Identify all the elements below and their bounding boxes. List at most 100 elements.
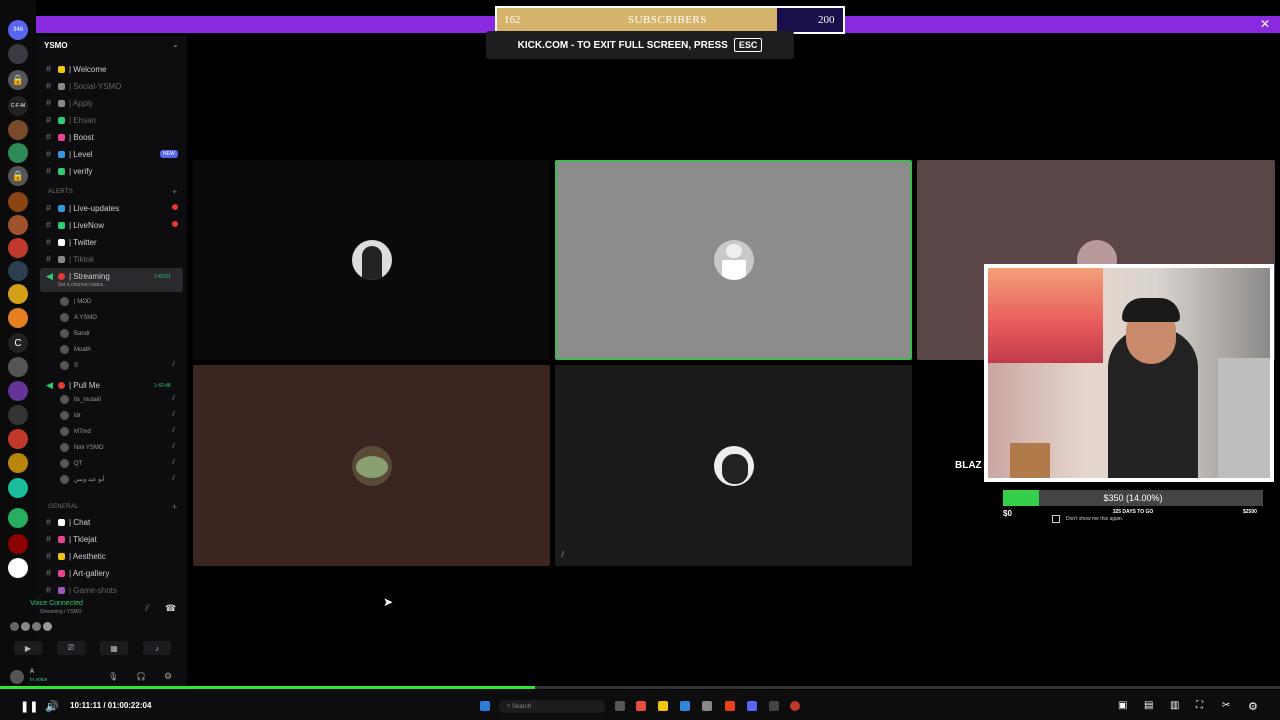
headphones-icon[interactable]: 🎧 <box>136 672 146 681</box>
video-tile[interactable] <box>193 160 550 360</box>
app-icon[interactable] <box>636 701 646 711</box>
video-tile[interactable] <box>193 365 550 566</box>
voice-user[interactable]: Moath <box>60 345 91 354</box>
channel-item[interactable]: # | Game-shots <box>46 583 182 597</box>
server-icon[interactable] <box>8 453 28 473</box>
screen-share-button[interactable]: ⎚ <box>57 641 85 655</box>
channel-item[interactable]: # | Twitter <box>46 235 182 249</box>
server-icon[interactable] <box>8 284 28 304</box>
server-icon[interactable] <box>8 261 28 281</box>
server-icon[interactable] <box>8 308 28 328</box>
lock-server-icon[interactable]: 🔒 <box>8 166 28 186</box>
server-icon[interactable] <box>8 429 28 449</box>
channel-item[interactable]: # | Ehsan <box>46 113 182 127</box>
checkbox-icon[interactable] <box>1052 515 1060 523</box>
gear-icon[interactable]: ⚙ <box>164 671 172 682</box>
activities-button[interactable]: ▦ <box>100 641 128 655</box>
voice-user[interactable]: QT <box>60 459 82 468</box>
chat-icon[interactable]: ▤ <box>1144 700 1153 711</box>
channel-item[interactable]: # | Aesthetic <box>46 549 182 563</box>
home-button[interactable]: 348 <box>8 20 28 40</box>
chevron-down-icon[interactable]: ⌄ <box>172 40 179 49</box>
category-general[interactable]: GENERAL <box>48 504 79 510</box>
voice-user[interactable]: M7md <box>60 427 91 436</box>
volume-icon[interactable]: 🔊 <box>45 700 59 713</box>
voice-connected-status[interactable]: Voice Connected <box>30 600 83 607</box>
channel-item[interactable]: # | Level <box>46 147 182 161</box>
channel-item[interactable]: # | Tklejat <box>46 532 182 546</box>
dont-show-checkbox[interactable]: Don't show me this again. <box>1052 515 1123 523</box>
server-icon[interactable] <box>8 143 28 163</box>
add-channel-icon[interactable]: + <box>172 502 177 512</box>
camera-button[interactable]: ▶ <box>14 641 42 655</box>
add-channel-icon[interactable]: + <box>172 187 177 197</box>
voice-user[interactable]: أبو عيد وبس <box>60 475 105 484</box>
voice-user[interactable]: Nini YSMO <box>60 443 104 452</box>
server-icon[interactable] <box>8 192 28 212</box>
taskview-icon[interactable] <box>615 701 625 711</box>
avatar <box>60 443 69 452</box>
avatar[interactable] <box>10 670 24 684</box>
browser-icon[interactable] <box>680 701 690 711</box>
voice-user[interactable]: S <box>60 361 78 370</box>
server-name[interactable]: YSMO <box>44 41 68 50</box>
soundboard-button[interactable]: ♪ <box>143 641 171 655</box>
voice-user[interactable]: Bandr <box>60 329 90 338</box>
channel-item[interactable]: # | Live-updates <box>46 201 182 215</box>
gear-icon[interactable]: ⚙ <box>1248 700 1258 713</box>
server-icon[interactable]: C <box>8 333 28 353</box>
fullscreen-icon[interactable]: ⛶ <box>1196 700 1203 711</box>
server-icon[interactable] <box>8 381 28 401</box>
channel-item[interactable]: # | Welcome <box>46 62 182 76</box>
video-tile-speaking[interactable] <box>555 160 912 360</box>
clip-icon[interactable]: ✂ <box>1222 700 1230 711</box>
voice-user[interactable]: A YSMO <box>60 313 97 322</box>
channel-item[interactable]: # | verify <box>46 164 182 178</box>
voice-user[interactable]: its_mutairi <box>60 395 101 404</box>
noise-suppression-icon[interactable]: ⫽ <box>145 603 149 614</box>
microphone-icon[interactable]: 🎙 <box>108 672 118 681</box>
voice-user-name: QT <box>74 460 83 467</box>
app-icon[interactable] <box>725 701 735 711</box>
video-tile[interactable]: ⫽ <box>555 365 912 566</box>
close-icon[interactable]: ✕ <box>1260 17 1270 31</box>
windows-start-icon[interactable] <box>480 701 490 711</box>
app-icon[interactable] <box>769 701 779 711</box>
server-icon[interactable] <box>8 44 28 64</box>
server-icon[interactable] <box>8 534 28 554</box>
app-icon[interactable] <box>702 701 712 711</box>
server-icon[interactable] <box>8 478 28 498</box>
server-icon[interactable] <box>8 215 28 235</box>
taskbar-search[interactable]: ⌕ Search <box>499 700 605 713</box>
channel-item[interactable]: # | LiveNow <box>46 218 182 232</box>
server-icon[interactable] <box>8 558 28 578</box>
disconnect-icon[interactable]: ☎ <box>165 603 176 614</box>
channel-item[interactable]: # | Apply <box>46 96 182 110</box>
channel-item[interactable]: # | Tiktok <box>46 252 182 266</box>
channel-item[interactable]: # | Art-gallery <box>46 566 182 580</box>
channel-item[interactable]: # | Social-YSMO <box>46 79 182 93</box>
theater-mode-icon[interactable]: ▣ <box>1118 700 1127 711</box>
folder-icon[interactable] <box>658 701 668 711</box>
channel-item[interactable]: # | Chat <box>46 515 182 529</box>
discord-icon[interactable] <box>747 701 757 711</box>
voice-user[interactable]: ldr <box>60 411 81 420</box>
server-icon[interactable] <box>8 508 28 528</box>
channel-emoji-icon <box>58 150 65 158</box>
server-icon[interactable]: C-F-M <box>8 96 28 116</box>
voice-channel-path[interactable]: Streaming / YSMO <box>40 609 82 615</box>
voice-channel-status[interactable]: Set a channel status <box>58 282 103 288</box>
server-icon[interactable] <box>8 120 28 140</box>
server-icon[interactable] <box>8 405 28 425</box>
category-alerts[interactable]: ALERTS <box>48 189 73 195</box>
channel-item[interactable]: # | Boost <box>46 130 182 144</box>
server-icon[interactable] <box>8 238 28 258</box>
chrome-icon[interactable] <box>790 701 800 711</box>
server-icon[interactable] <box>8 357 28 377</box>
pause-icon[interactable]: ❚❚ <box>20 700 38 713</box>
webcam-feed <box>988 268 1270 478</box>
captions-icon[interactable]: ▥ <box>1170 700 1179 711</box>
lock-server-icon[interactable]: 🔒 <box>8 70 28 90</box>
voice-user[interactable]: | MOD <box>60 297 91 306</box>
channel-label: | Apply <box>69 98 93 108</box>
